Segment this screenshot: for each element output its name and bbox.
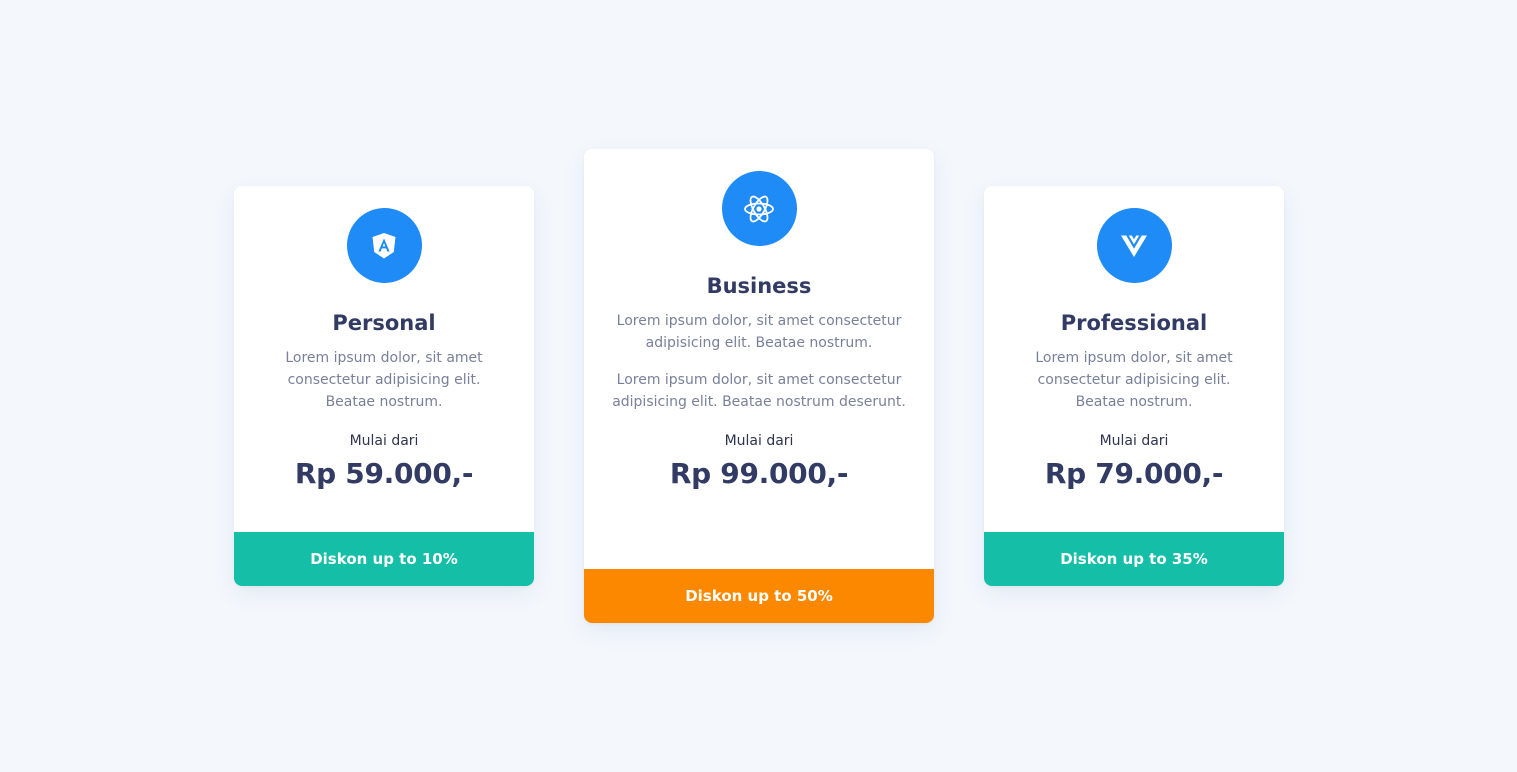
angular-icon (346, 208, 422, 283)
pricing-card-professional: Professional Lorem ipsum dolor, sit amet… (984, 186, 1284, 586)
plan-price: Rp 59.000,- (294, 457, 474, 490)
plan-price: Rp 99.000,- (669, 457, 849, 490)
price-label: Mulai dari (349, 433, 419, 449)
vue-icon (1096, 208, 1172, 283)
plan-title: Personal (332, 311, 436, 335)
react-icon (721, 171, 797, 246)
price-label: Mulai dari (724, 433, 794, 449)
pricing-card-business: Business Lorem ipsum dolor, sit amet con… (584, 149, 934, 623)
plan-title: Business (706, 274, 812, 298)
pricing-card-personal: Personal Lorem ipsum dolor, sit amet con… (234, 186, 534, 586)
plan-description: Lorem ipsum dolor, sit amet consectetur … (1035, 350, 1233, 410)
discount-button[interactable]: Diskon up to 10% (234, 532, 534, 586)
plan-description: Lorem ipsum dolor, sit amet consectetur … (616, 313, 902, 351)
plan-description: Lorem ipsum dolor, sit amet consectetur … (612, 372, 906, 410)
plan-title: Professional (1060, 311, 1208, 335)
price-label: Mulai dari (1099, 433, 1169, 449)
plan-price: Rp 79.000,- (1044, 457, 1224, 490)
discount-button[interactable]: Diskon up to 50% (584, 569, 934, 623)
plan-description: Lorem ipsum dolor, sit amet consectetur … (285, 350, 483, 410)
discount-button[interactable]: Diskon up to 35% (984, 532, 1284, 586)
